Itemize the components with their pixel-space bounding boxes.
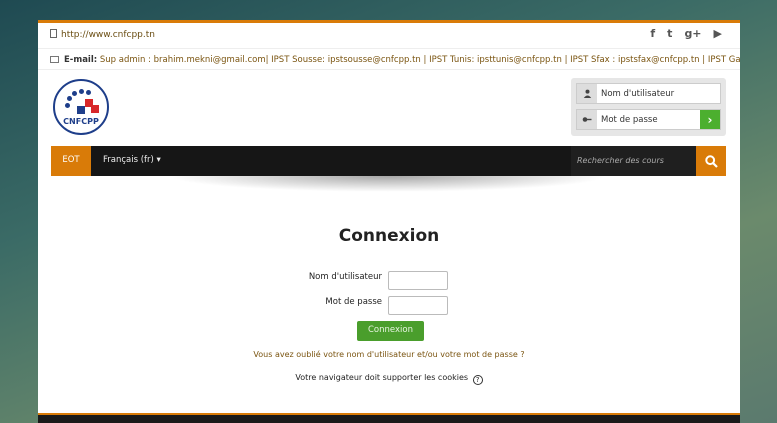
search-icon	[704, 154, 718, 168]
youtube-icon[interactable]: ▶	[714, 27, 722, 40]
user-icon	[577, 84, 597, 103]
facebook-icon[interactable]: f	[650, 27, 655, 40]
password-label: Mot de passe	[325, 297, 382, 307]
header-login-box: Nom d'utilisateur Mot de passe ›	[571, 78, 726, 136]
site-url[interactable]: http://www.cnfcpp.tn	[50, 29, 155, 40]
course-search-input[interactable]: Rechercher des cours	[571, 146, 696, 176]
social-links: f t g+ ▶	[650, 27, 722, 40]
logo-text: CNFCPP	[63, 117, 99, 126]
email-contacts: Sup admin : brahim.mekni@gmail.com| IPST…	[99, 55, 740, 65]
site-logo[interactable]: CNFCPP	[53, 79, 109, 135]
navbar-shadow	[168, 176, 608, 192]
logo-graphic	[63, 89, 103, 117]
page-container: http://www.cnfcpp.tn f t g+ ▶ E-mail: Su…	[38, 20, 740, 423]
header-username-input[interactable]: Nom d'utilisateur	[597, 84, 720, 103]
cookies-text: Votre navigateur doit supporter les cook…	[295, 373, 469, 382]
key-icon	[577, 110, 597, 129]
header-username-field[interactable]: Nom d'utilisateur	[576, 83, 721, 104]
envelope-icon	[50, 56, 59, 63]
language-menu[interactable]: Français (fr) ▾	[103, 155, 161, 165]
username-input[interactable]	[388, 271, 448, 290]
bookmark-icon	[50, 29, 57, 38]
header-password-field[interactable]: Mot de passe ›	[576, 109, 721, 130]
main-navbar: EOT Français (fr) ▾ Rechercher des cours	[51, 146, 726, 176]
login-button[interactable]: Connexion	[357, 321, 424, 341]
cookies-notice: Votre navigateur doit supporter les cook…	[38, 373, 740, 385]
help-icon[interactable]: ?	[472, 375, 483, 385]
top-bar: http://www.cnfcpp.tn f t g+ ▶	[38, 23, 740, 47]
twitter-icon[interactable]: t	[667, 27, 672, 40]
navbar-brand[interactable]: EOT	[51, 146, 91, 176]
page-title: Connexion	[338, 226, 440, 246]
username-label: Nom d'utilisateur	[308, 272, 382, 282]
footer	[38, 413, 740, 423]
forgot-password-link[interactable]: Vous avez oublié votre nom d'utilisateur…	[38, 350, 740, 359]
search-button[interactable]	[696, 146, 726, 176]
header-password-input[interactable]: Mot de passe	[597, 110, 700, 129]
header-login-submit-button[interactable]: ›	[700, 110, 720, 129]
password-input[interactable]	[388, 296, 448, 315]
google-plus-icon[interactable]: g+	[684, 27, 701, 40]
email-bar: E-mail: Sup admin : brahim.mekni@gmail.c…	[38, 48, 740, 70]
email-label: E-mail:	[64, 55, 98, 65]
